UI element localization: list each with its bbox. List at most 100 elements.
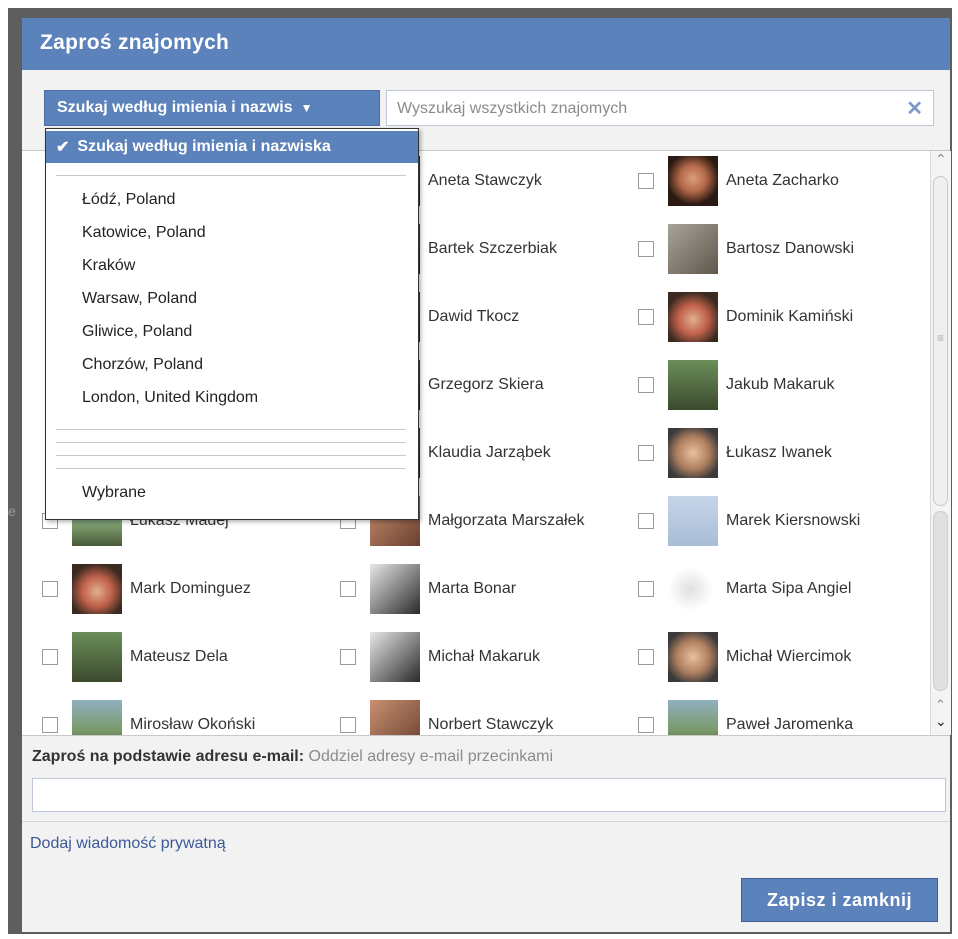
friend-name: Michał Wiercimok <box>726 648 852 665</box>
friend-name: Mark Dominguez <box>130 580 251 597</box>
friend-checkbox[interactable] <box>638 173 654 189</box>
friend-name: Marek Kiersnowski <box>726 512 861 529</box>
scroll-down-icon[interactable]: ⌄ <box>935 713 947 730</box>
dropdown-selected-filter-item[interactable]: Wybrane <box>82 484 146 502</box>
dropdown-divider <box>56 455 406 456</box>
avatar <box>668 360 718 410</box>
add-private-message-link[interactable]: Dodaj wiadomość prywatną <box>30 835 226 853</box>
avatar <box>668 632 718 682</box>
dropdown-divider <box>56 468 406 469</box>
friend-item[interactable]: Marek Kiersnowski <box>638 496 860 546</box>
email-invite-section: Zaproś na podstawie adresu e-mail: Oddzi… <box>22 735 950 822</box>
dropdown-location-item[interactable]: Warsaw, Poland <box>82 290 197 308</box>
friend-name: Małgorzata Marszałek <box>428 512 585 529</box>
avatar <box>668 700 718 735</box>
friend-checkbox[interactable] <box>42 649 58 665</box>
email-field[interactable] <box>32 778 946 812</box>
friend-item[interactable]: Paweł Jaromenka <box>638 700 853 735</box>
friend-name: Mirosław Okoński <box>130 716 256 733</box>
friend-item[interactable]: Michał Makaruk <box>340 632 540 682</box>
search-filter-label: Szukaj według imienia i nazwis <box>57 99 293 116</box>
friend-name: Klaudia Jarząbek <box>428 444 551 461</box>
friends-scrollbar[interactable]: ⌃ ≡ ⌃ ⌄ <box>930 151 951 735</box>
friend-name: Dawid Tkocz <box>428 308 520 325</box>
friend-item[interactable]: Mirosław Okoński <box>42 700 255 735</box>
friend-item[interactable]: Aneta Zacharko <box>638 156 839 206</box>
friend-item[interactable]: Dominik Kamiński <box>638 292 853 342</box>
friend-item[interactable]: Norbert Stawczyk <box>340 700 553 735</box>
friend-item[interactable]: Łukasz Iwanek <box>638 428 832 478</box>
avatar <box>668 292 718 342</box>
email-label: Zaproś na podstawie adresu e-mail: Oddzi… <box>32 748 553 766</box>
friend-checkbox[interactable] <box>638 377 654 393</box>
friend-checkbox[interactable] <box>638 513 654 529</box>
search-input[interactable] <box>395 96 899 122</box>
scroll-up-small-icon[interactable]: ⌃ <box>935 697 946 713</box>
dropdown-location-item[interactable]: Katowice, Poland <box>82 224 206 242</box>
dropdown-divider <box>56 175 406 176</box>
friend-checkbox[interactable] <box>340 649 356 665</box>
friend-item[interactable]: Jakub Makaruk <box>638 360 835 410</box>
checkmark-icon: ✔ <box>56 139 70 156</box>
search-box: ✕ <box>386 90 934 126</box>
save-and-close-button[interactable]: Zapisz i zamknij <box>741 878 938 922</box>
avatar <box>72 632 122 682</box>
friend-name: Aneta Stawczyk <box>428 172 542 189</box>
friend-checkbox[interactable] <box>638 241 654 257</box>
scroll-track[interactable] <box>933 511 948 691</box>
email-hint: Oddziel adresy e-mail przecinkami <box>308 748 554 765</box>
dropdown-location-item[interactable]: Kraków <box>82 257 135 275</box>
dropdown-location-item[interactable]: Chorzów, Poland <box>82 356 203 374</box>
search-filter-button[interactable]: Szukaj według imienia i nazwis ▼ <box>44 90 380 126</box>
friend-checkbox[interactable] <box>638 717 654 733</box>
avatar <box>668 224 718 274</box>
close-icon[interactable]: ✕ <box>906 96 923 121</box>
dropdown-location-item[interactable]: Gliwice, Poland <box>82 323 192 341</box>
friend-checkbox[interactable] <box>42 717 58 733</box>
friend-item[interactable]: Mateusz Dela <box>42 632 228 682</box>
grip-icon: ≡ <box>937 331 945 345</box>
dialog-titlebar: Zaproś znajomych <box>22 18 950 70</box>
friend-checkbox[interactable] <box>340 581 356 597</box>
avatar <box>668 496 718 546</box>
friend-name: Dominik Kamiński <box>726 308 854 325</box>
dropdown-divider <box>56 442 406 443</box>
avatar <box>370 632 420 682</box>
dropdown-location-item[interactable]: London, United Kingdom <box>82 389 258 407</box>
avatar <box>370 564 420 614</box>
friend-checkbox[interactable] <box>638 581 654 597</box>
friend-name: Marta Bonar <box>428 580 517 597</box>
dialog-footer: Zapisz i zamknij <box>22 866 950 932</box>
scroll-up-icon[interactable]: ⌃ <box>935 151 947 168</box>
avatar <box>668 428 718 478</box>
dropdown-selected-label: Szukaj według imienia i nazwiska <box>77 138 331 155</box>
friend-checkbox[interactable] <box>638 309 654 325</box>
dropdown-selected-item[interactable]: ✔ Szukaj według imienia i nazwiska <box>46 131 418 163</box>
friend-item[interactable]: Marta Sipa Angiel <box>638 564 851 614</box>
dropdown-divider <box>56 429 406 430</box>
friend-name: Łukasz Iwanek <box>726 444 832 461</box>
friend-checkbox[interactable] <box>42 581 58 597</box>
dropdown-location-item[interactable]: Łódź, Poland <box>82 191 175 209</box>
avatar <box>668 156 718 206</box>
friend-item[interactable]: Michał Wiercimok <box>638 632 851 682</box>
private-message-section: Dodaj wiadomość prywatną <box>22 821 950 867</box>
avatar <box>72 700 122 735</box>
friend-checkbox[interactable] <box>638 649 654 665</box>
avatar <box>668 564 718 614</box>
dialog-title: Zaproś znajomych <box>40 31 230 54</box>
friend-name: Bartek Szczerbiak <box>428 240 557 257</box>
friend-checkbox[interactable] <box>340 717 356 733</box>
friend-item[interactable]: Bartosz Danowski <box>638 224 854 274</box>
background-edge-glyph: e <box>8 503 16 519</box>
friend-checkbox[interactable] <box>638 445 654 461</box>
friend-name: Jakub Makaruk <box>726 376 835 393</box>
friend-name: Bartosz Danowski <box>726 240 855 257</box>
friend-name: Marta Sipa Angiel <box>726 580 852 597</box>
friend-item[interactable]: Mark Dominguez <box>42 564 251 614</box>
friend-item[interactable]: Marta Bonar <box>340 564 516 614</box>
avatar <box>72 564 122 614</box>
friend-name: Grzegorz Skiera <box>428 376 544 393</box>
friend-name: Paweł Jaromenka <box>726 716 854 733</box>
friend-name: Norbert Stawczyk <box>428 716 554 733</box>
